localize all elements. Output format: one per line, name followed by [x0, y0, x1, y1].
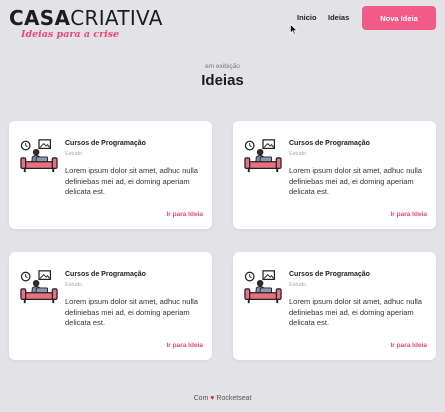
card-description: Lorem ipsum dolor sit amet, adhuc nulla … [289, 166, 422, 196]
footer: Com ♥ Rocketseat [0, 395, 445, 402]
idea-card: Cursos de Programação Estudo Lorem ipsum… [233, 121, 436, 229]
idea-card: Cursos de Programação Estudo Lorem ipsum… [233, 252, 436, 360]
footer-prefix: Com [193, 395, 209, 402]
card-description: Lorem ipsum dolor sit amet, adhuc nulla … [65, 297, 198, 327]
card-description: Lorem ipsum dolor sit amet, adhuc nulla … [65, 166, 198, 196]
logo-light: CRIATIVA [70, 6, 163, 30]
idea-card: Cursos de Programação Estudo Lorem ipsum… [9, 252, 212, 360]
card-description: Lorem ipsum dolor sit amet, adhuc nulla … [289, 297, 422, 327]
logo[interactable]: CASACRIATIVA Ideias para a crise [9, 7, 163, 41]
person-studying-laptop-icon [20, 270, 58, 304]
card-title: Cursos de Programação [289, 271, 370, 278]
nav-link-ideias[interactable]: Ideias [328, 13, 349, 22]
nav-link-inicio[interactable]: Inicio [297, 13, 317, 22]
person-studying-laptop-icon [20, 139, 58, 173]
card-title: Cursos de Programação [65, 140, 146, 147]
person-studying-laptop-icon [244, 139, 282, 173]
card-link[interactable]: Ir para Ideia [391, 342, 428, 349]
card-category: Estudo [289, 151, 307, 157]
idea-card: Cursos de Programação Estudo Lorem ipsum… [9, 121, 212, 229]
heart-icon: ♥ [210, 395, 215, 402]
logo-text: CASACRIATIVA [9, 7, 163, 29]
person-studying-laptop-icon [244, 270, 282, 304]
footer-suffix[interactable]: Rocketseat [216, 395, 251, 402]
logo-bold: CASA [9, 6, 71, 30]
card-title: Cursos de Programação [65, 271, 146, 278]
card-link[interactable]: Ir para Ideia [391, 211, 428, 218]
card-category: Estudo [289, 282, 307, 288]
card-link[interactable]: Ir para Ideia [167, 211, 204, 218]
section-label: em exibição [205, 63, 240, 70]
header: CASACRIATIVA Ideias para a crise Inicio … [0, 0, 445, 50]
mouse-pointer-icon [290, 24, 298, 35]
page-title: Ideias [201, 72, 244, 89]
card-link[interactable]: Ir para Ideia [167, 342, 204, 349]
card-title: Cursos de Programação [289, 140, 370, 147]
new-idea-button[interactable]: Nova Ideia [362, 6, 436, 30]
logo-tagline: Ideias para a crise [21, 29, 120, 40]
card-category: Estudo [65, 151, 83, 157]
card-category: Estudo [65, 282, 83, 288]
